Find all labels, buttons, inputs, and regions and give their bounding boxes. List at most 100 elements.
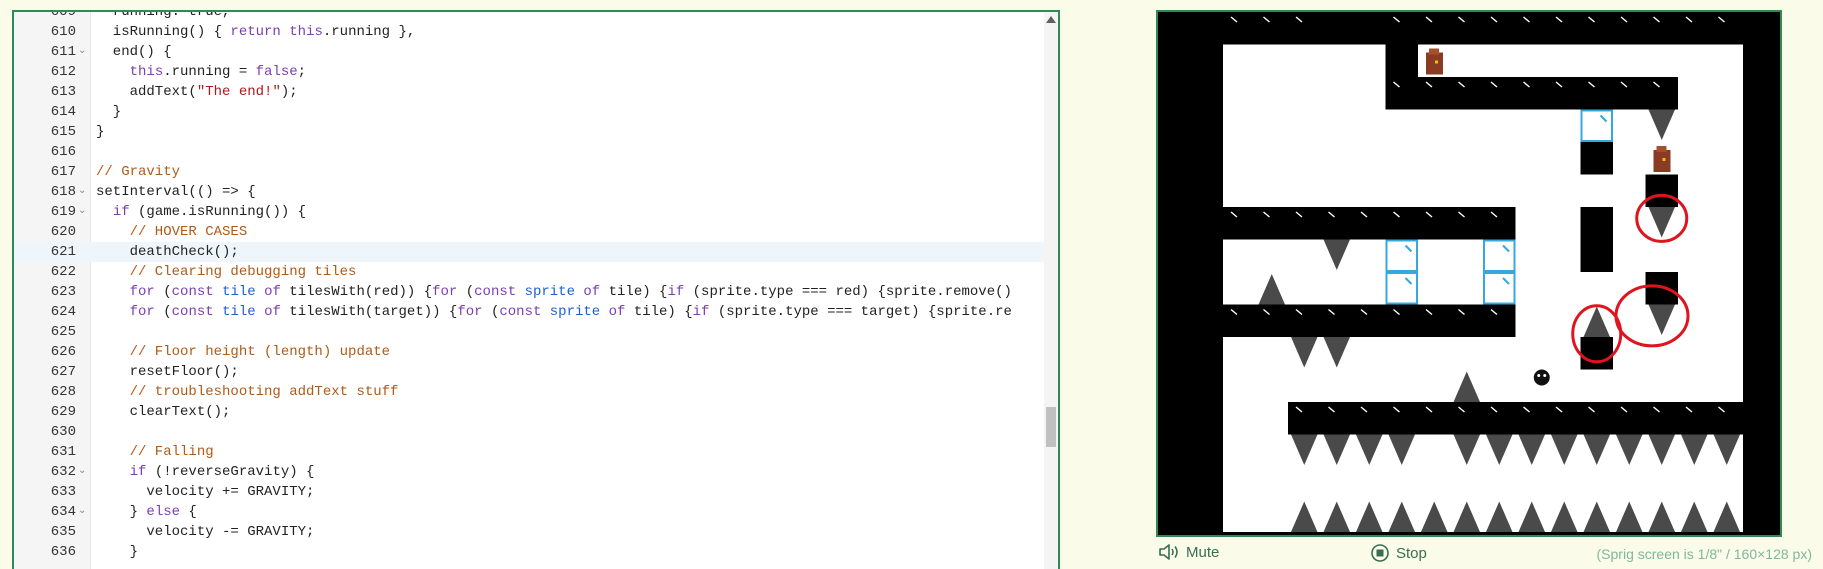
mute-button[interactable]: Mute	[1158, 543, 1219, 561]
code-token: of	[583, 284, 601, 300]
glass-tile	[1483, 272, 1516, 305]
code-text: for (const tile of tilesWith(target)) {f…	[96, 302, 1012, 322]
code-token: for	[457, 304, 483, 320]
code-token: const	[171, 284, 214, 300]
code-line[interactable]: 622 // Clearing debugging tiles	[14, 262, 1058, 282]
code-line[interactable]: 614 }	[14, 102, 1058, 122]
code-text: running: true,	[96, 12, 231, 22]
code-token: }	[96, 544, 139, 560]
code-line[interactable]: 613 addText("The end!");	[14, 82, 1058, 102]
code-line[interactable]: 619 ⌄ if (game.isRunning()) {	[14, 202, 1058, 222]
fold-arrow-icon[interactable]: ⌄	[78, 182, 88, 202]
stop-circle-icon	[1371, 544, 1389, 562]
code-line[interactable]: 615}	[14, 122, 1058, 142]
stop-button[interactable]: Stop	[1370, 543, 1427, 563]
code-token: (	[154, 304, 172, 320]
code-line[interactable]: 617 // Gravity	[14, 162, 1058, 182]
code-text: for (const tile of tilesWith(red)) {for …	[96, 282, 1012, 302]
code-line[interactable]: 630	[14, 422, 1058, 442]
code-line[interactable]: 625	[14, 322, 1058, 342]
code-token: tile) {	[600, 284, 668, 300]
code-token: for	[432, 284, 458, 300]
line-number: 628	[50, 384, 76, 400]
code-line[interactable]: 633 velocity += GRAVITY;	[14, 482, 1058, 502]
code-token: (sprite.type === target) {sprite.re	[709, 304, 1012, 320]
code-line[interactable]: 628 // troubleshooting addText stuff	[14, 382, 1058, 402]
code-token: tile	[222, 284, 256, 300]
fold-arrow-icon[interactable]: ⌄	[78, 502, 88, 522]
code-token: of	[608, 304, 626, 320]
scroll-up-arrow-icon[interactable]	[1046, 16, 1056, 23]
code-token: }	[96, 504, 147, 520]
code-token: else	[146, 504, 181, 520]
code-text: this.running = false;	[96, 62, 306, 82]
stop-label: Stop	[1396, 544, 1427, 562]
code-token: // Falling	[96, 444, 214, 460]
code-line[interactable]: 626 // Floor height (length) update	[14, 342, 1058, 362]
code-line[interactable]: 624 for (const tile of tilesWith(target)…	[14, 302, 1058, 322]
code-token: return	[230, 24, 281, 40]
line-number: 625	[50, 324, 76, 340]
code-line[interactable]: 611 ⌄ end() {	[14, 42, 1058, 62]
line-number: 624	[50, 304, 76, 320]
code-token: end() {	[96, 44, 172, 60]
code-line[interactable]: 609 running: true,	[14, 12, 1058, 22]
code-text: // Gravity	[96, 162, 180, 182]
code-line[interactable]: 632 ⌄ if (!reverseGravity) {	[14, 462, 1058, 482]
glass-tile	[1385, 239, 1418, 272]
fold-arrow-icon[interactable]: ⌄	[78, 202, 88, 222]
line-number: 630	[50, 424, 76, 440]
code-token: const	[474, 284, 517, 300]
code-line[interactable]: 623 for (const tile of tilesWith(red)) {…	[14, 282, 1058, 302]
screen-size-note: (Sprig screen is 1/8" / 160×128 px)	[1596, 546, 1812, 562]
scroll-thumb[interactable]	[1046, 407, 1056, 447]
code-line[interactable]: 627 resetFloor();	[14, 362, 1058, 382]
line-number: 629	[50, 404, 76, 420]
code-line[interactable]: 618 ⌄ setInterval(() => {	[14, 182, 1058, 202]
code-line[interactable]: 612 this.running = false;	[14, 62, 1058, 82]
top-wall-right	[1385, 12, 1743, 45]
code-editor[interactable]: 609 running: true, 610 isRunning() { retu…	[12, 10, 1060, 569]
code-line[interactable]: 610 isRunning() { return this.running },	[14, 22, 1058, 42]
character-body	[1426, 52, 1443, 75]
code-token: // Gravity	[96, 164, 181, 180]
code-token: clearText();	[96, 404, 231, 420]
code-text: // HOVER CASES	[96, 222, 248, 242]
player-ball	[1533, 369, 1550, 386]
code-text: velocity += GRAVITY;	[96, 482, 314, 502]
code-line[interactable]: 621 deathCheck();	[14, 242, 1058, 262]
code-token: tilesWith(red)) {	[280, 284, 433, 300]
code-text: addText("The end!");	[96, 82, 298, 102]
game-screen[interactable]	[1156, 10, 1782, 537]
line-number: 612	[50, 64, 76, 80]
code-line[interactable]: 634 ⌄ } else {	[14, 502, 1058, 522]
code-text: // Clearing debugging tiles	[96, 262, 357, 282]
code-line[interactable]: 629 clearText();	[14, 402, 1058, 422]
character-head	[1429, 48, 1439, 55]
code-token: false	[255, 64, 298, 80]
code-line[interactable]: 620 // HOVER CASES	[14, 222, 1058, 242]
line-number: 626	[50, 344, 76, 360]
code-token: isRunning() {	[96, 24, 231, 40]
code-token: (sprite.type === red) {sprite.remove()	[684, 284, 1012, 300]
code-line[interactable]: 635 velocity -= GRAVITY;	[14, 522, 1058, 542]
code-token: "The end!"	[196, 84, 281, 100]
editor-scrollbar[interactable]	[1044, 12, 1058, 569]
line-number: 623	[50, 284, 76, 300]
fold-arrow-icon[interactable]: ⌄	[78, 462, 88, 482]
code-line[interactable]: 631 // Falling	[14, 442, 1058, 462]
character-eye	[1662, 158, 1666, 161]
left-wall	[1158, 12, 1223, 532]
game-controls: Mute Stop (Sprig screen is 1/8" / 160×12…	[1156, 543, 1812, 567]
code-line[interactable]: 636 }	[14, 542, 1058, 562]
fold-arrow-icon[interactable]: ⌄	[78, 42, 88, 62]
code-token: );	[280, 84, 298, 100]
code-line[interactable]: 616	[14, 142, 1058, 162]
line-number: 633	[50, 484, 76, 500]
glass-tile	[1483, 239, 1516, 272]
